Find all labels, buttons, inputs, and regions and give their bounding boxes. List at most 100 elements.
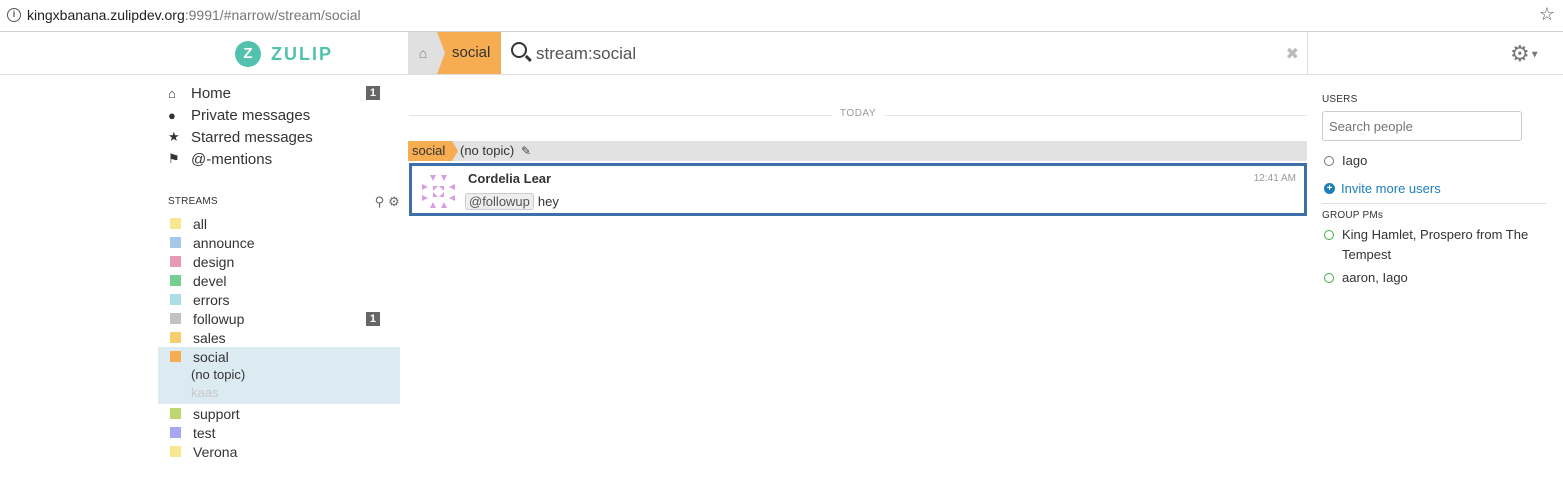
logo-text: ZULIP <box>271 43 333 64</box>
nav-home[interactable]: ⌂ Home 1 <box>160 82 400 104</box>
user-name: Iago <box>1342 153 1368 168</box>
nav-label: Starred messages <box>191 128 313 146</box>
info-icon[interactable]: i <box>7 8 21 22</box>
close-icon[interactable]: ✖ <box>1286 44 1299 64</box>
logo[interactable]: Z ZULIP <box>235 41 333 67</box>
group-pm-name: aaron, Iago <box>1342 270 1408 285</box>
active-stream-block: social (no topic) kaas <box>158 347 400 404</box>
browser-url-bar[interactable]: i kingxbanana.zulipdev.org:9991/#narrow/… <box>0 0 1563 32</box>
nav-label: @-mentions <box>191 150 273 168</box>
group-pm-name: King Hamlet, Prospero from The Tempest <box>1342 227 1529 262</box>
star-icon: ★ <box>168 129 180 144</box>
stream-tab[interactable]: social <box>437 32 501 74</box>
presence-dot <box>1324 155 1334 166</box>
logo-mark: Z <box>235 41 261 67</box>
topic-item[interactable]: (no topic) <box>158 366 400 384</box>
date-divider-label: TODAY <box>831 108 885 119</box>
stream-item-design[interactable]: design <box>160 252 400 271</box>
stream-name: sales <box>193 329 226 346</box>
gear-icon[interactable]: ⚙ <box>388 194 400 209</box>
stream-item-support[interactable]: support <box>160 404 400 423</box>
message-time[interactable]: 12:41 AM <box>1254 173 1296 184</box>
url-host: kingxbanana.zulipdev.org <box>27 7 185 23</box>
stream-item-test[interactable]: test <box>160 423 400 442</box>
message-text: hey <box>537 194 559 209</box>
recipient-topic[interactable]: (no topic) <box>460 141 514 161</box>
stream-name: errors <box>193 291 230 308</box>
stream-item-all[interactable]: all <box>160 214 400 233</box>
recipient-stream[interactable]: social <box>408 141 458 161</box>
app-header: Z ZULIP ⌂ social stream:social ✖ ⚙▼ <box>0 32 1563 75</box>
stream-color-swatch <box>170 408 181 419</box>
stream-item-social[interactable]: social <box>158 347 400 366</box>
presence-dot <box>1324 273 1334 283</box>
stream-color-swatch <box>170 294 181 305</box>
stream-name: devel <box>193 272 227 289</box>
home-icon[interactable]: ⌂ <box>408 32 438 74</box>
left-sidebar: ⌂ Home 1 ● Private messages ★ Starred me… <box>158 82 400 461</box>
stream-item-devel[interactable]: devel <box>160 271 400 290</box>
stream-name: Verona <box>193 443 238 460</box>
divider <box>1322 203 1546 204</box>
stream-name: design <box>193 253 235 270</box>
gear-icon[interactable]: ⚙▼ <box>1510 41 1540 67</box>
stream-tools: ⚲ ⚙ <box>375 190 400 214</box>
invite-more-users-link[interactable]: + Invite more users <box>1322 181 1547 196</box>
stream-item-announce[interactable]: announce <box>160 233 400 252</box>
group-pm-item[interactable]: King Hamlet, Prospero from The Tempest <box>1322 225 1547 265</box>
stream-name: all <box>193 215 208 232</box>
nav-label: Home <box>191 84 232 102</box>
stream-name: followup <box>193 310 245 327</box>
search-input[interactable]: stream:social <box>536 44 636 64</box>
chevron-down-icon: ▼ <box>1529 49 1540 61</box>
user-mention[interactable]: @followup <box>465 193 534 210</box>
nav-mentions[interactable]: ⚑ @-mentions <box>160 148 400 170</box>
home-icon: ⌂ <box>168 85 176 101</box>
stream-color-swatch <box>170 256 181 267</box>
user-item[interactable]: Iago <box>1322 153 1547 168</box>
stream-item-followup[interactable]: followup 1 <box>160 309 400 328</box>
streams-header-label: STREAMS <box>168 196 218 207</box>
stream-color-swatch <box>170 332 181 343</box>
date-divider: TODAY <box>409 108 1307 122</box>
stream-color-swatch <box>170 275 181 286</box>
nav-private-messages[interactable]: ● Private messages <box>160 104 400 126</box>
message-sender[interactable]: Cordelia Lear <box>468 171 551 186</box>
stream-name: support <box>193 405 240 422</box>
stream-name: announce <box>193 234 255 251</box>
right-sidebar: USERS Iago + Invite more users GROUP PMs… <box>1322 94 1547 288</box>
search-bar[interactable]: stream:social ✖ <box>501 32 1307 74</box>
avatar[interactable] <box>420 173 457 210</box>
user-icon: ● <box>168 107 176 123</box>
message-content: @followup hey <box>465 193 559 210</box>
pencil-icon[interactable]: ✎ <box>521 141 531 161</box>
stream-item-sales[interactable]: sales <box>160 328 400 347</box>
topic-item[interactable]: kaas <box>158 384 400 402</box>
presence-dot <box>1324 230 1334 240</box>
stream-color-swatch <box>170 427 181 438</box>
message-row[interactable]: Cordelia Lear 12:41 AM @followup hey <box>409 163 1307 216</box>
stream-name: test <box>193 424 216 441</box>
url-text[interactable]: kingxbanana.zulipdev.org:9991/#narrow/st… <box>27 7 361 23</box>
unread-count: 1 <box>365 86 380 100</box>
header-divider <box>1307 32 1308 74</box>
stream-color-swatch <box>170 351 181 362</box>
search-icon[interactable]: ⚲ <box>375 194 385 209</box>
stream-item-verona[interactable]: Verona <box>160 442 400 461</box>
unread-count: 1 <box>365 312 380 326</box>
recipient-bar: social (no topic) ✎ <box>408 141 1307 161</box>
invite-label: Invite more users <box>1341 181 1441 196</box>
nav-starred-messages[interactable]: ★ Starred messages <box>160 126 400 148</box>
search-people-input[interactable] <box>1322 111 1522 141</box>
stream-color-swatch <box>170 218 181 229</box>
nav-label: Private messages <box>191 106 311 124</box>
stream-color-swatch <box>170 313 181 324</box>
stream-name: social <box>193 348 229 365</box>
stream-color-swatch <box>170 237 181 248</box>
users-header: USERS <box>1322 94 1358 105</box>
search-icon <box>511 42 527 58</box>
group-pm-item[interactable]: aaron, Iago <box>1322 268 1547 288</box>
star-icon[interactable]: ☆ <box>1539 4 1555 25</box>
stream-item-errors[interactable]: errors <box>160 290 400 309</box>
stream-color-swatch <box>170 446 181 457</box>
